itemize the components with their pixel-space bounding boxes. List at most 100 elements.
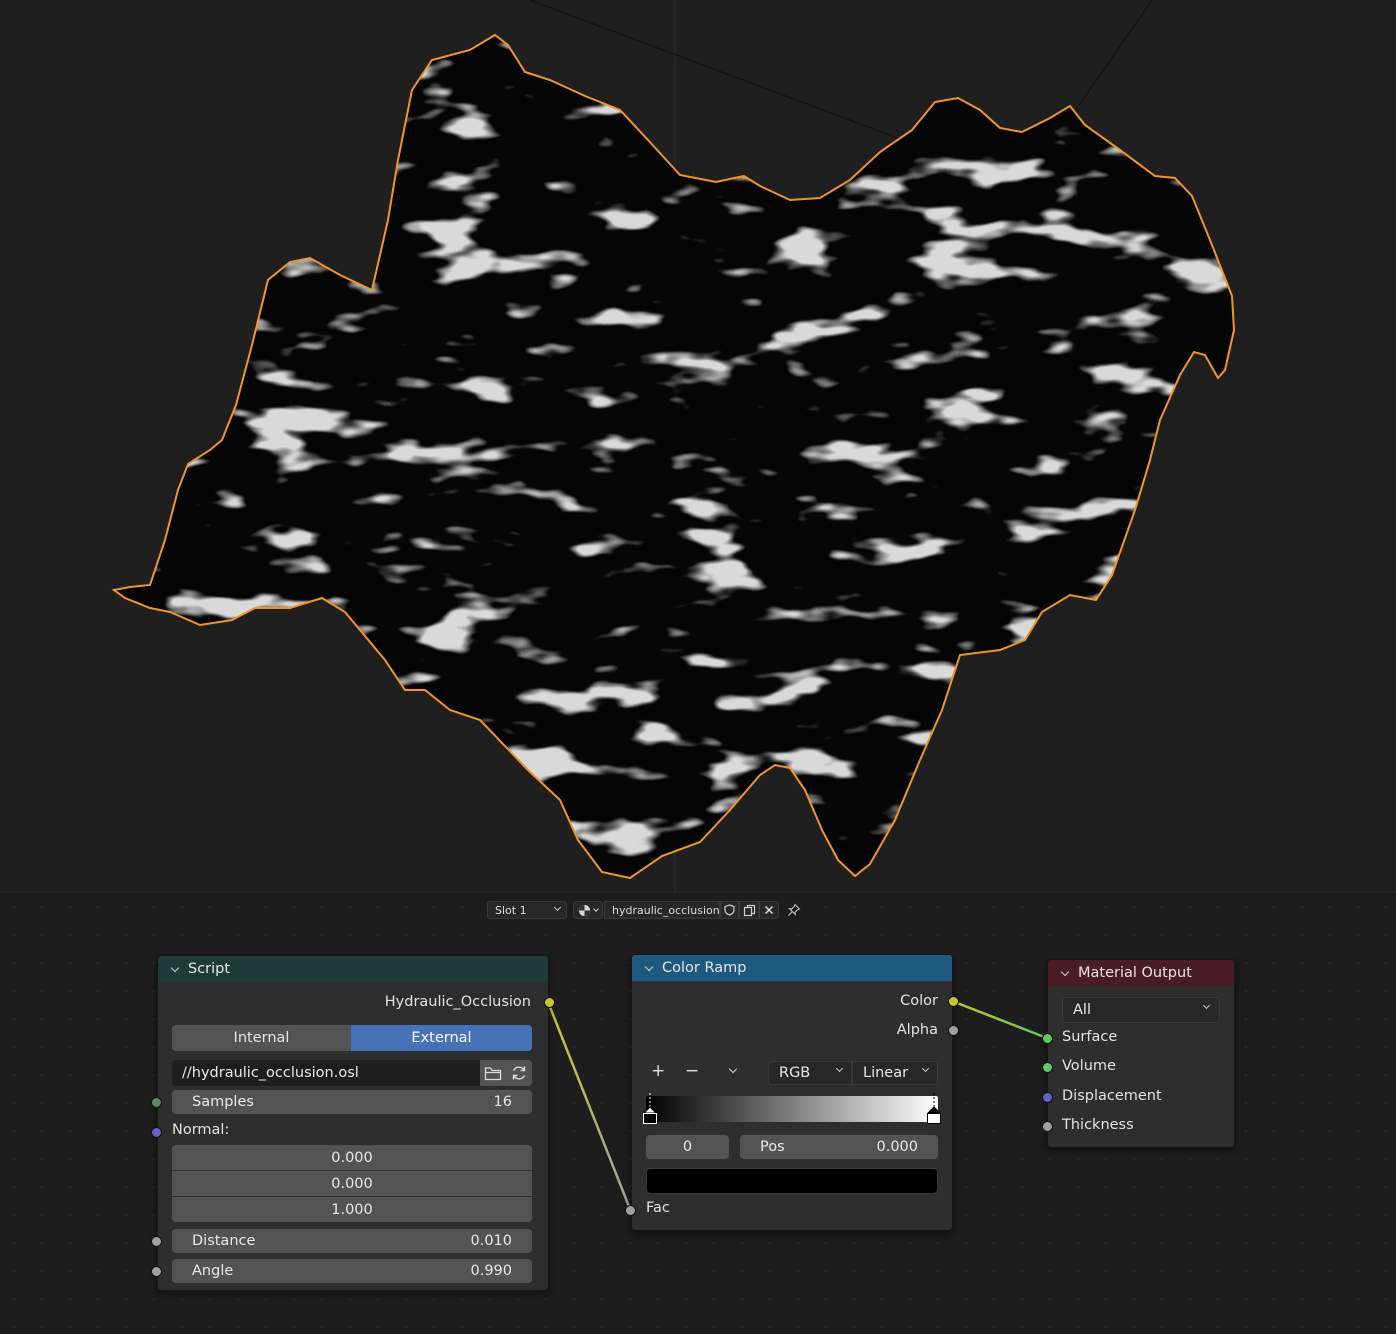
collapse-chevron-icon[interactable] [644,962,654,971]
link-ramp-to-output [951,999,1048,1040]
samples-label: Samples [192,1094,254,1110]
output-hydraulic-occlusion-label: Hydraulic_Occlusion [384,994,531,1010]
fake-user-button[interactable] [720,901,739,919]
refresh-icon [512,1066,526,1080]
3d-viewport[interactable] [0,0,1396,892]
angle-field[interactable]: Angle 0.990 [172,1259,532,1283]
input-socket-fac[interactable] [625,1205,636,1216]
link-script-to-ramp [546,1001,632,1210]
normal-x-value: 0.000 [331,1149,373,1166]
unlink-material-button[interactable] [759,901,779,919]
chevron-down-icon [1202,1001,1211,1010]
script-filepath: //hydraulic_occlusion.osl [182,1065,359,1081]
script-node-header[interactable]: Script [158,956,548,982]
render-target-dropdown[interactable]: All [1062,997,1220,1023]
pos-value: 0.000 [876,1139,918,1155]
color-ramp-gradient[interactable] [646,1096,938,1122]
input-socket-samples[interactable] [151,1097,162,1108]
pos-label: Pos [760,1139,785,1155]
chevron-down-icon [593,905,599,912]
color-mode-value: RGB [779,1065,811,1081]
close-icon [764,905,774,915]
color-stop-black-handle[interactable] [642,1093,658,1125]
collapse-chevron-icon[interactable] [1060,967,1070,976]
input-socket-thickness[interactable] [1042,1121,1053,1132]
input-socket-surface[interactable] [1042,1033,1053,1044]
material-output-node[interactable]: Material Output All Surface Volume Displ… [1042,959,1235,1148]
interpolation-value: Linear [863,1065,909,1081]
remove-stop-button[interactable]: − [685,1061,699,1081]
angle-label: Angle [192,1263,234,1279]
output-socket-alpha[interactable] [948,1025,959,1036]
shield-icon [724,904,735,916]
slot-dropdown[interactable]: Slot 1 [487,901,567,919]
stop-position-field[interactable]: Pos 0.000 [740,1135,938,1159]
input-socket-angle[interactable] [151,1266,162,1277]
mode-internal-button[interactable]: Internal [172,1025,351,1051]
normal-y-field[interactable]: 0.000 [172,1171,532,1196]
samples-field[interactable]: Samples 16 [172,1090,532,1114]
slot-label: Slot 1 [495,903,527,917]
script-filepath-field[interactable]: //hydraulic_occlusion.osl [172,1060,480,1086]
header-bar: Slot 1 hydraulic_occlusion [487,900,805,920]
color-ramp-node-title: Color Ramp [662,960,747,976]
duplicate-icon [743,904,755,916]
input-fac-label: Fac [646,1200,670,1216]
add-stop-button[interactable]: + [651,1061,665,1081]
ramp-specials-chevron-icon[interactable] [728,1064,738,1074]
distance-value: 0.010 [470,1233,512,1249]
color-ramp-node-header[interactable]: Color Ramp [632,955,952,981]
duplicate-material-button[interactable] [739,901,759,919]
stop-color-swatch[interactable] [646,1168,938,1194]
distance-label: Distance [192,1233,256,1249]
output-alpha-label: Alpha [896,1022,938,1038]
color-stop-white-handle[interactable] [926,1093,942,1125]
output-socket-hydraulic-occlusion[interactable] [544,997,555,1008]
script-node[interactable]: Script Hydraulic_Occlusion Internal Exte… [151,955,555,1291]
material-sphere-icon [578,904,591,916]
samples-value: 16 [493,1094,512,1110]
folder-icon [484,1066,502,1080]
collapse-chevron-icon[interactable] [170,963,180,972]
color-ramp-node[interactable]: Color Ramp Color Alpha + − RGB Linear 0 … [625,954,959,1231]
color-mode-dropdown[interactable]: RGB [768,1061,852,1085]
reload-script-button[interactable] [506,1060,532,1086]
pin-button[interactable] [783,901,805,919]
input-socket-volume[interactable] [1042,1062,1053,1073]
normal-z-value: 1.000 [331,1201,373,1218]
pin-icon [787,903,801,917]
normal-x-field[interactable]: 0.000 [172,1145,532,1170]
input-surface-label: Surface [1062,1029,1118,1045]
shader-node-editor[interactable]: Slot 1 hydraulic_occlusion Script Hydrau… [0,892,1396,1334]
active-stop-index: 0 [682,1139,693,1155]
render-target-value: All [1073,1002,1091,1018]
angle-value: 0.990 [470,1263,512,1279]
normal-label: Normal: [172,1122,230,1138]
material-name-field[interactable]: hydraulic_occlusion [604,901,720,919]
input-socket-distance[interactable] [151,1236,162,1247]
mode-external-button[interactable]: External [351,1025,532,1051]
material-browse-button[interactable] [573,901,603,919]
material-output-node-title: Material Output [1078,965,1192,981]
script-node-title: Script [188,961,231,977]
input-thickness-label: Thickness [1062,1117,1134,1133]
input-displacement-label: Displacement [1062,1088,1162,1104]
browse-file-button[interactable] [480,1060,506,1086]
normal-z-field[interactable]: 1.000 [172,1197,532,1222]
material-output-node-header[interactable]: Material Output [1048,960,1234,986]
input-socket-displacement[interactable] [1042,1092,1053,1103]
chevron-down-icon [921,1064,930,1073]
active-stop-index-field[interactable]: 0 [646,1135,729,1159]
input-socket-normal[interactable] [151,1127,162,1138]
terrain-mesh [114,35,1234,878]
chevron-down-icon [835,1064,844,1073]
distance-field[interactable]: Distance 0.010 [172,1229,532,1253]
output-color-label: Color [900,993,938,1009]
input-volume-label: Volume [1062,1058,1116,1074]
normal-y-value: 0.000 [331,1175,373,1192]
output-socket-color[interactable] [948,996,959,1007]
viewport-canvas [113,0,1235,892]
chevron-down-icon [553,903,562,912]
material-name: hydraulic_occlusion [612,903,720,917]
interpolation-dropdown[interactable]: Linear [852,1061,938,1085]
